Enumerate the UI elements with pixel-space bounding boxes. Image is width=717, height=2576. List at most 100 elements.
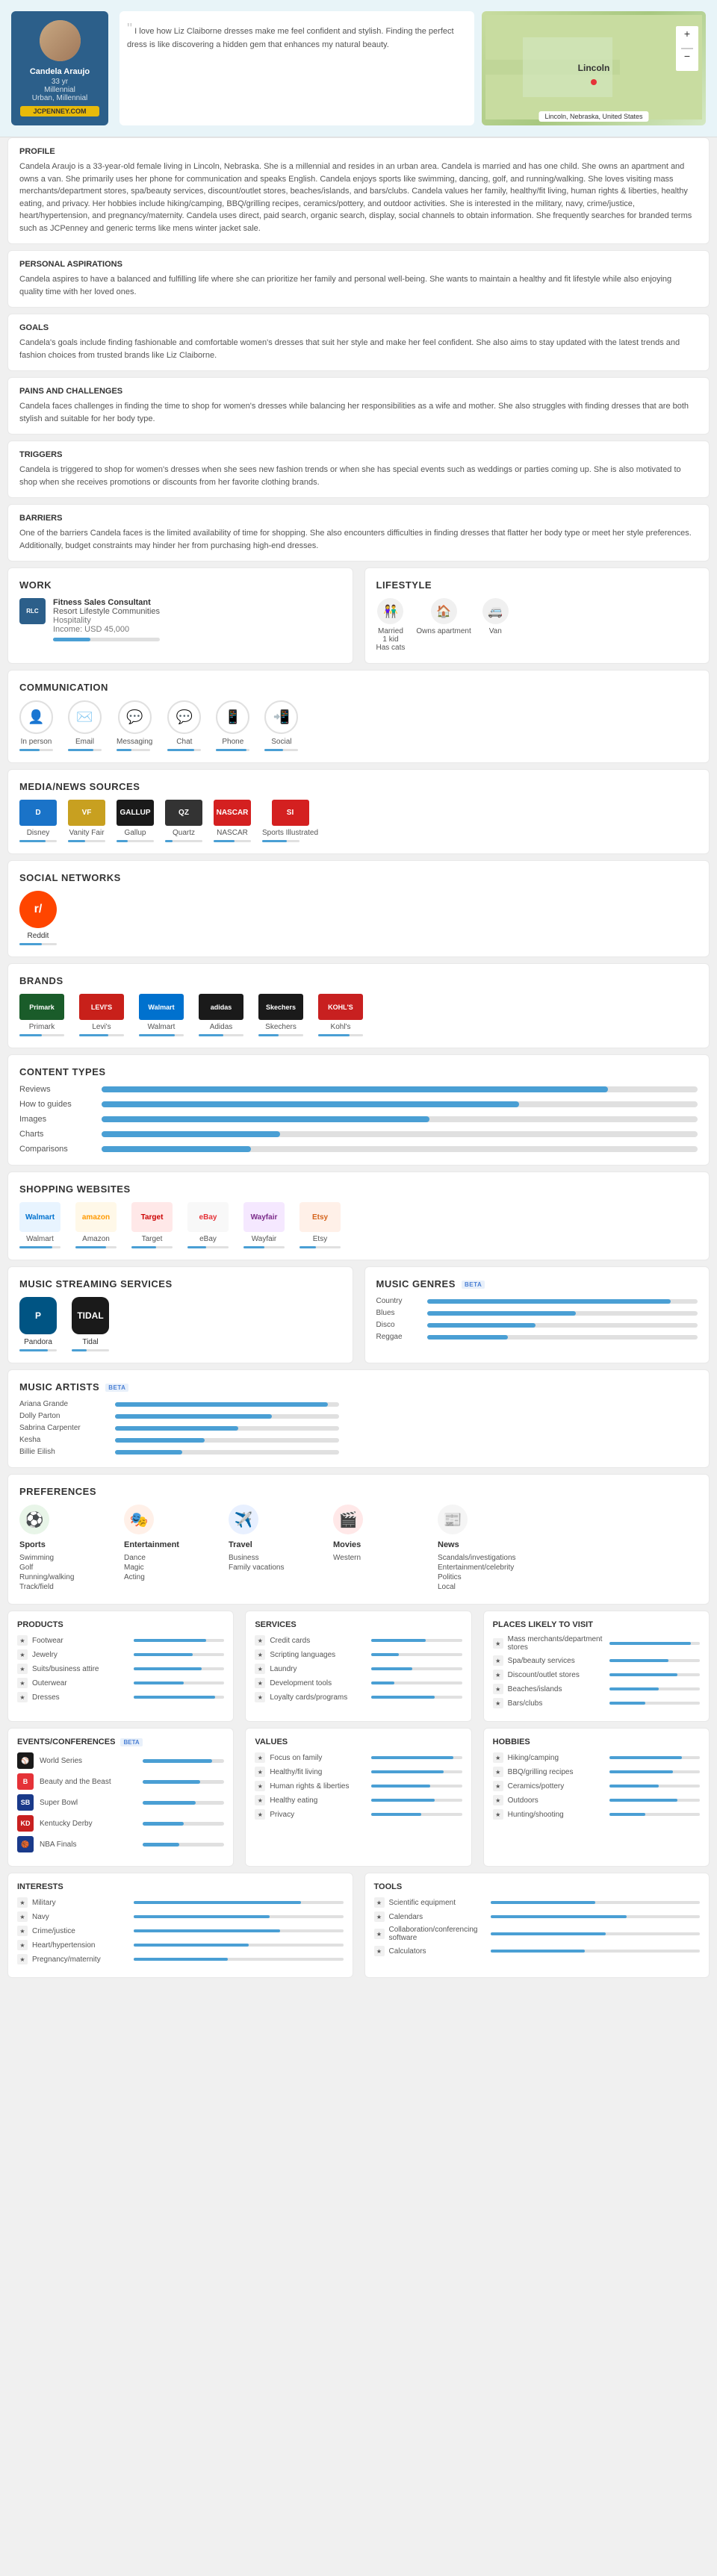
shop-item-walmart: Walmart Walmart [19,1202,60,1248]
quote-map-area: I love how Liz Claiborne dresses make me… [120,11,706,125]
married-icon: 👫 [377,598,403,624]
brand-bar-fill [139,1034,175,1036]
item-bar-fill [609,1785,659,1788]
list-item: ★ Hiking/camping [493,1752,700,1763]
pains-title: PAINS AND CHALLENGES [19,387,698,396]
work-company: Resort Lifestyle Communities [53,607,160,616]
item-bar [491,1950,701,1953]
comm-item-in-person: 👤 In person [19,700,53,751]
interests-box: INTERESTS ★ Military ★ Navy ★ Crime/just… [7,1873,353,1978]
item-icon: ★ [493,1684,503,1694]
media-title: MEDIA/NEWS SOURCES [19,781,698,792]
values-list: ★ Focus on family ★ Healthy/fit living ★… [255,1752,462,1820]
profile-quote: I love how Liz Claiborne dresses make me… [120,11,474,125]
list-item: ★ Calendars [374,1911,701,1922]
media-logo: GALLUP [117,800,154,826]
item-icon: ★ [17,1911,28,1922]
products-list: ★ Footwear ★ Jewelry ★ Suits/business at… [17,1635,224,1702]
genres-title: MUSIC GENRES BETA [376,1278,698,1289]
item-label: Outerwear [32,1679,129,1687]
artist-bar [115,1426,339,1431]
pref-item-entertainment: 🎭 Entertainment DanceMagicActing [124,1505,214,1593]
shop-logo: Walmart [19,1202,60,1232]
music-genres-box: MUSIC GENRES BETA Country Blues Disco Re… [364,1266,710,1363]
item-icon: ★ [493,1655,503,1666]
brand-logo: Walmart [139,994,184,1020]
quote-text: I love how Liz Claiborne dresses make me… [127,27,454,49]
media-label: Gallup [117,829,154,837]
item-bar [134,1653,224,1656]
genre-bar-fill [427,1335,509,1340]
item-bar [134,1958,344,1961]
pref-category: Movies [333,1540,423,1549]
genre-row-country: Country [376,1297,698,1305]
item-bar-fill [609,1673,677,1676]
item-label: Human rights & liberties [270,1782,367,1791]
item-bar-fill [134,1901,301,1904]
hobbies-box: HOBBIES ★ Hiking/camping ★ BBQ/grilling … [483,1728,710,1867]
comm-bar [19,749,53,751]
event-bar-fill [143,1822,184,1826]
item-icon: ★ [255,1678,265,1688]
genre-bar [427,1311,698,1316]
brand-bar [79,1034,124,1036]
item-icon: ★ [493,1809,503,1820]
list-item: ★ Healthy eating [255,1795,462,1805]
item-icon: ★ [17,1664,28,1674]
home-icon: 🏠 [431,598,457,624]
pref-subitem: Family vacations [229,1564,318,1572]
item-bar [371,1696,462,1699]
item-bar-fill [491,1915,627,1918]
list-item: ★ Privacy [255,1809,462,1820]
brands-section: BRANDS Primark Primark LEVI'S Levi's Wal… [7,963,710,1048]
shop-item-ebay: eBay eBay [187,1202,229,1248]
list-item: ★ Spa/beauty services [493,1655,700,1666]
tools-list: ★ Scientific equipment ★ Calendars ★ Col… [374,1897,701,1956]
event-bar [143,1843,224,1847]
item-bar-fill [609,1756,682,1759]
pref-item-movies: 🎬 Movies Western [333,1505,423,1593]
artist-bar [115,1450,339,1455]
item-icon: ★ [255,1649,265,1660]
goals-title: GOALS [19,323,698,332]
streaming-item-pandora: P Pandora [19,1297,57,1351]
item-label: Calculators [389,1947,486,1956]
vehicle-icon: 🚐 [482,598,509,624]
media-bar-fill [262,840,287,842]
item-bar-fill [371,1681,394,1684]
list-item: ★ Bars/clubs [493,1698,700,1708]
item-bar [609,1702,700,1705]
aspirations-section: PERSONAL ASPIRATIONS Candela aspires to … [7,250,710,308]
social-grid: r/ Reddit [19,891,698,945]
barriers-section: BARRIERS One of the barriers Candela fac… [7,504,710,561]
comm-item-phone: 📱 Phone [216,700,249,751]
item-bar-fill [371,1653,398,1656]
streaming-bar [19,1349,57,1351]
artist-bar [115,1438,339,1443]
hobbies-title: HOBBIES [493,1737,700,1746]
work-income: Income: USD 45,000 [53,625,160,634]
item-bar [609,1770,700,1773]
events-beta-badge: BETA [120,1738,142,1746]
events-list: ⚾ World Series B Beauty and the Beast SB… [17,1752,224,1852]
item-icon: ★ [17,1940,28,1950]
item-bar-fill [371,1785,430,1788]
content-types-title: CONTENT TYPES [19,1066,698,1077]
item-bar [371,1681,462,1684]
profile-age: 33 yr [20,78,99,86]
genre-label: Disco [376,1321,421,1329]
work-job-title: Fitness Sales Consultant [53,598,160,607]
interests-tools-section: INTERESTS ★ Military ★ Navy ★ Crime/just… [7,1873,710,1978]
communication-title: COMMUNICATION [19,682,698,693]
content-row-images: Images [19,1115,698,1124]
content-bar [102,1131,698,1137]
item-icon: ★ [374,1897,385,1908]
comm-icon: 💬 [167,700,201,734]
artist-label: Ariana Grande [19,1400,109,1408]
map-svg: Lincoln + − [485,15,702,119]
triggers-section: TRIGGERS Candela is triggered to shop fo… [7,441,710,498]
products-services-places: PRODUCTS ★ Footwear ★ Jewelry ★ Suits/bu… [7,1611,710,1722]
item-label: Laundry [270,1665,367,1673]
pref-subitem: Magic [124,1564,214,1572]
streaming-bar-fill [72,1349,87,1351]
